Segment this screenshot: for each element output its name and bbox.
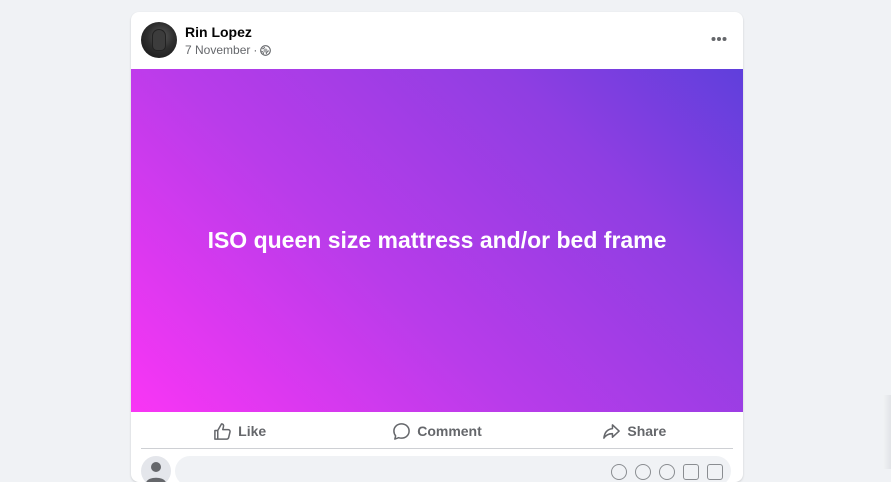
comment-tools <box>611 464 723 480</box>
meta-separator: · <box>253 43 258 57</box>
thumbs-up-icon <box>213 422 232 441</box>
share-arrow-icon <box>602 422 621 441</box>
gif-icon[interactable] <box>683 464 699 480</box>
comment-bubble-icon <box>392 422 411 441</box>
post-date[interactable]: 7 November <box>185 43 250 57</box>
post-action-bar: Like Comment Share <box>141 414 733 449</box>
sticker-square-icon[interactable] <box>707 464 723 480</box>
emoji-icon[interactable] <box>635 464 651 480</box>
globe-icon[interactable] <box>260 44 272 56</box>
share-label: Share <box>627 423 667 439</box>
post-banner[interactable]: ISO queen size mattress and/or bed frame <box>131 69 743 412</box>
author-name[interactable]: Rin Lopez <box>185 24 252 40</box>
share-button[interactable]: Share <box>536 414 733 448</box>
post-meta: 7 November · <box>185 42 272 58</box>
sticker-icon[interactable] <box>611 464 627 480</box>
user-avatar[interactable] <box>141 456 171 482</box>
more-options-button[interactable] <box>705 24 733 52</box>
banner-text: ISO queen size mattress and/or bed frame <box>207 227 667 253</box>
author-avatar[interactable] <box>141 22 177 58</box>
comment-button[interactable]: Comment <box>338 414 535 448</box>
like-button[interactable]: Like <box>141 414 338 448</box>
comment-label: Comment <box>417 423 482 439</box>
like-label: Like <box>238 423 267 439</box>
comment-composer <box>141 456 733 482</box>
camera-icon[interactable] <box>659 464 675 480</box>
post-header: Rin Lopez 7 November · <box>131 12 743 69</box>
post-card: Rin Lopez 7 November · ISO queen size ma… <box>131 12 743 482</box>
page-edge-shadow <box>883 395 891 469</box>
more-horizontal-icon <box>711 29 727 47</box>
